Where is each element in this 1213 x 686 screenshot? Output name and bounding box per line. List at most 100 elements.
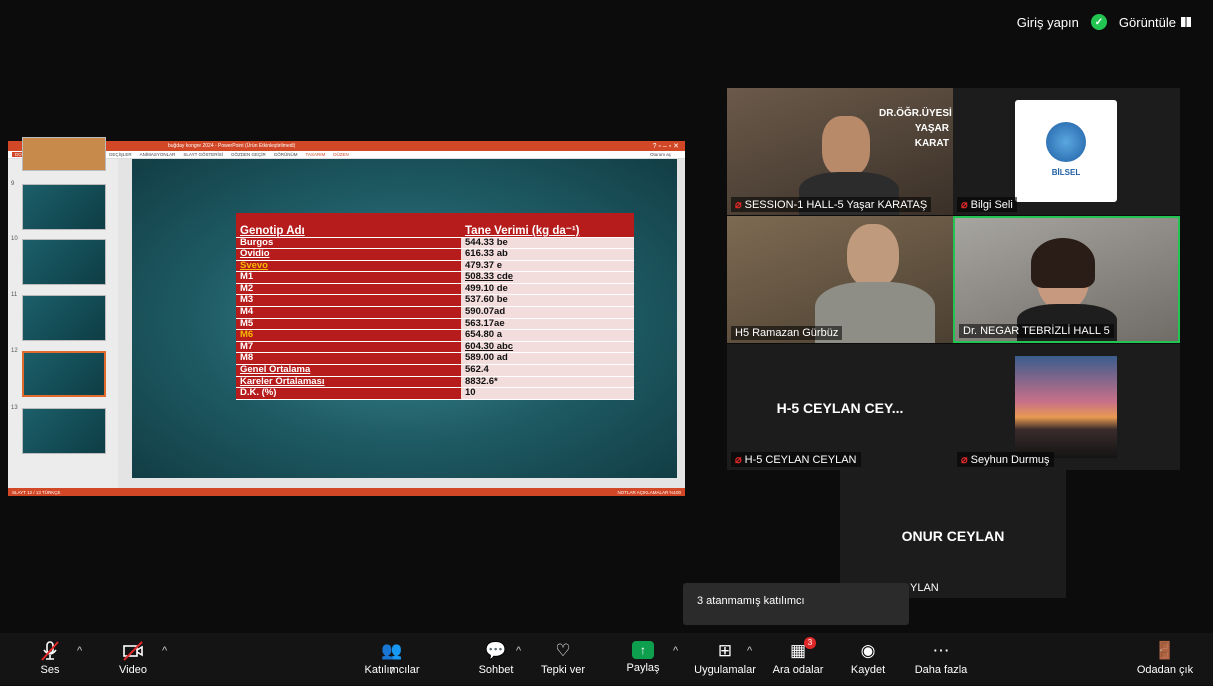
record-icon: ◉ [856,641,880,661]
person-hair [1031,238,1095,288]
slide-thumb [22,239,106,285]
view-label: Görüntüle [1119,15,1176,30]
cell: 654.80 a [461,330,634,342]
table-row: D.K. (%)10 [236,388,634,400]
bilsel-logo: BİLSEL [1015,100,1117,202]
participant-name: ⌀H-5 CEYLAN CEYLAN [731,452,861,467]
ppt-tab: GEÇİŞLER [109,152,132,157]
meeting-toolbar: Ses ^ Video ^ 👥7 Katılımcılar 💬 Sohbet ^… [0,633,1213,685]
video-tile[interactable]: H5 Ramazan Gürbüz [727,216,953,343]
view-button[interactable]: Görüntüle [1119,15,1191,30]
more-icon: ⋯ [929,641,953,661]
heart-icon: ♡ [551,641,575,661]
cell: M3 [236,295,461,307]
shield-check-icon[interactable]: ✓ [1091,14,1107,30]
slide-thumb [22,408,106,454]
logo-text: BİLSEL [1015,168,1117,177]
chat-icon: 💬 [484,641,508,661]
signin-link[interactable]: Giriş yapın [1017,15,1079,30]
camera-off-icon [121,641,145,661]
participant-name: ⌀Bilgi Seli [957,197,1017,212]
table-row: M2499.10 de [236,283,634,295]
cell: Ovidio [236,249,461,261]
cell: 604.30 abc [461,341,634,353]
cell: Kareler Ortalaması [236,376,461,388]
cell: M2 [236,283,461,295]
mic-muted-icon: ⌀ [735,199,742,211]
ppt-tab: DÜZEN [333,152,349,157]
video-tile-active-speaker[interactable]: Dr. NEGAR TEBRİZLİ HALL 5 [953,216,1180,343]
cell: D.K. (%) [236,388,461,400]
participant-name: YLAN [906,581,943,595]
header-cell: Tane Verimi (kg da⁻¹) [461,213,634,237]
ppt-title-bar: buğday kongre 2024 - PowerPoint (Ürün Et… [8,141,685,151]
video-tile[interactable]: DR.ÖĞR.ÜYESİ YAŞAR KARAT ⌀SESSION-1 HALL… [727,88,953,215]
participant-big-name: H-5 CEYLAN CEY... [727,400,953,416]
share-arrow-icon: ↑ [632,641,654,659]
table-row: M4590.07ad [236,307,634,319]
apps-icon: ⊞ [713,641,737,661]
video-tile[interactable]: BİLSEL ⌀Bilgi Seli [953,88,1180,215]
slide-number: 12 [11,348,18,354]
ppt-body: 9 10 11 12 13 Genotip Adı Tane Verimi (k… [8,159,685,488]
cell: 544.33 be [461,237,634,249]
audio-label: Ses [41,664,60,676]
participant-name-text: Dr. NEGAR TEBRİZLİ HALL 5 [963,325,1110,337]
chevron-up-icon[interactable]: ^ [77,645,82,657]
ppt-status-left: SLAYT 12 / 13 TÜRKÇE [12,490,61,495]
video-tile[interactable]: ⌀Seyhun Durmuş [953,344,1180,470]
cell: 562.4 [461,365,634,377]
person-head [847,224,899,288]
results-table: Genotip Adı Tane Verimi (kg da⁻¹) Burgos… [236,213,634,400]
slide-thumb [22,184,106,230]
slide-number: 9 [11,181,14,187]
chevron-up-icon[interactable]: ^ [673,645,678,657]
mic-muted-icon: ⌀ [961,199,968,211]
mic-muted-icon: ⌀ [735,454,742,466]
cell: 479.37 e [461,260,634,272]
breakout-rooms-icon: ▦3 [786,641,810,661]
table-row: M8589.00 ad [236,353,634,365]
participant-name: ⌀SESSION-1 HALL-5 Yaşar KARATAŞ [731,197,931,212]
slide-number: 10 [11,236,18,242]
table-row: M7604.30 abc [236,341,634,353]
shared-screen: buğday kongre 2024 - PowerPoint (Ürün Et… [8,141,685,496]
table-row: M6654.80 a [236,330,634,342]
table-row: Kareler Ortalaması8832.6* [236,376,634,388]
cell: 508.33 cde [461,272,634,284]
table-row: Burgos544.33 be [236,237,634,249]
ppt-status-right: NOTLAR AÇIKLAMALAR %100 [617,490,681,495]
record-label: Kaydet [851,664,885,676]
table-row: Ovidio616.33 ab [236,249,634,261]
name-sign: DR.ÖĞR.ÜYESİ YAŞAR KARAT [879,106,949,151]
ppt-tab: TASARIM [306,152,326,157]
participants-icon: 👥7 [380,641,404,661]
cell: M4 [236,307,461,319]
cell: 10 [461,388,634,400]
video-tile[interactable]: ONUR CEYLAN YLAN [840,470,1066,598]
ppt-tab: SLAYT GÖSTERİSİ [183,152,223,157]
participant-name-text: SESSION-1 HALL-5 Yaşar KARATAŞ [745,199,928,211]
mic-muted-icon [38,641,62,661]
video-tile[interactable]: H-5 CEYLAN CEY... ⌀H-5 CEYLAN CEYLAN [727,344,953,470]
table-row: M5563.17ae [236,318,634,330]
slide-thumb [22,295,106,341]
sunset-avatar [1015,356,1117,458]
cell: 499.10 de [461,283,634,295]
more-button[interactable]: ⋯ Daha fazla [896,641,986,676]
ppt-ribbon-tabs: DOSYA GİRİŞ EKLE TASARIM GEÇİŞLER ANİMAS… [8,151,685,159]
leave-button[interactable]: 🚪 Odadan çık [1120,641,1210,676]
ppt-window-title: buğday kongre 2024 - PowerPoint (Ürün Et… [168,143,295,149]
chevron-up-icon[interactable]: ^ [162,645,167,657]
cell: M8 [236,353,461,365]
video-label: Video [119,664,147,676]
participant-name-text: H5 Ramazan Gürbüz [735,327,838,339]
participants-button[interactable]: 👥7 Katılımcılar [347,641,437,676]
ppt-tab: ANİMASYONLAR [140,152,176,157]
apps-label: Uygulamalar [694,664,756,676]
cell: Burgos [236,237,461,249]
chevron-up-icon[interactable]: ^ [747,645,752,657]
react-button[interactable]: ♡ Tepki ver [518,641,608,676]
cell: Svevo [236,260,461,272]
window-controls: ? ▫ – ▫ ✕ [653,142,679,150]
